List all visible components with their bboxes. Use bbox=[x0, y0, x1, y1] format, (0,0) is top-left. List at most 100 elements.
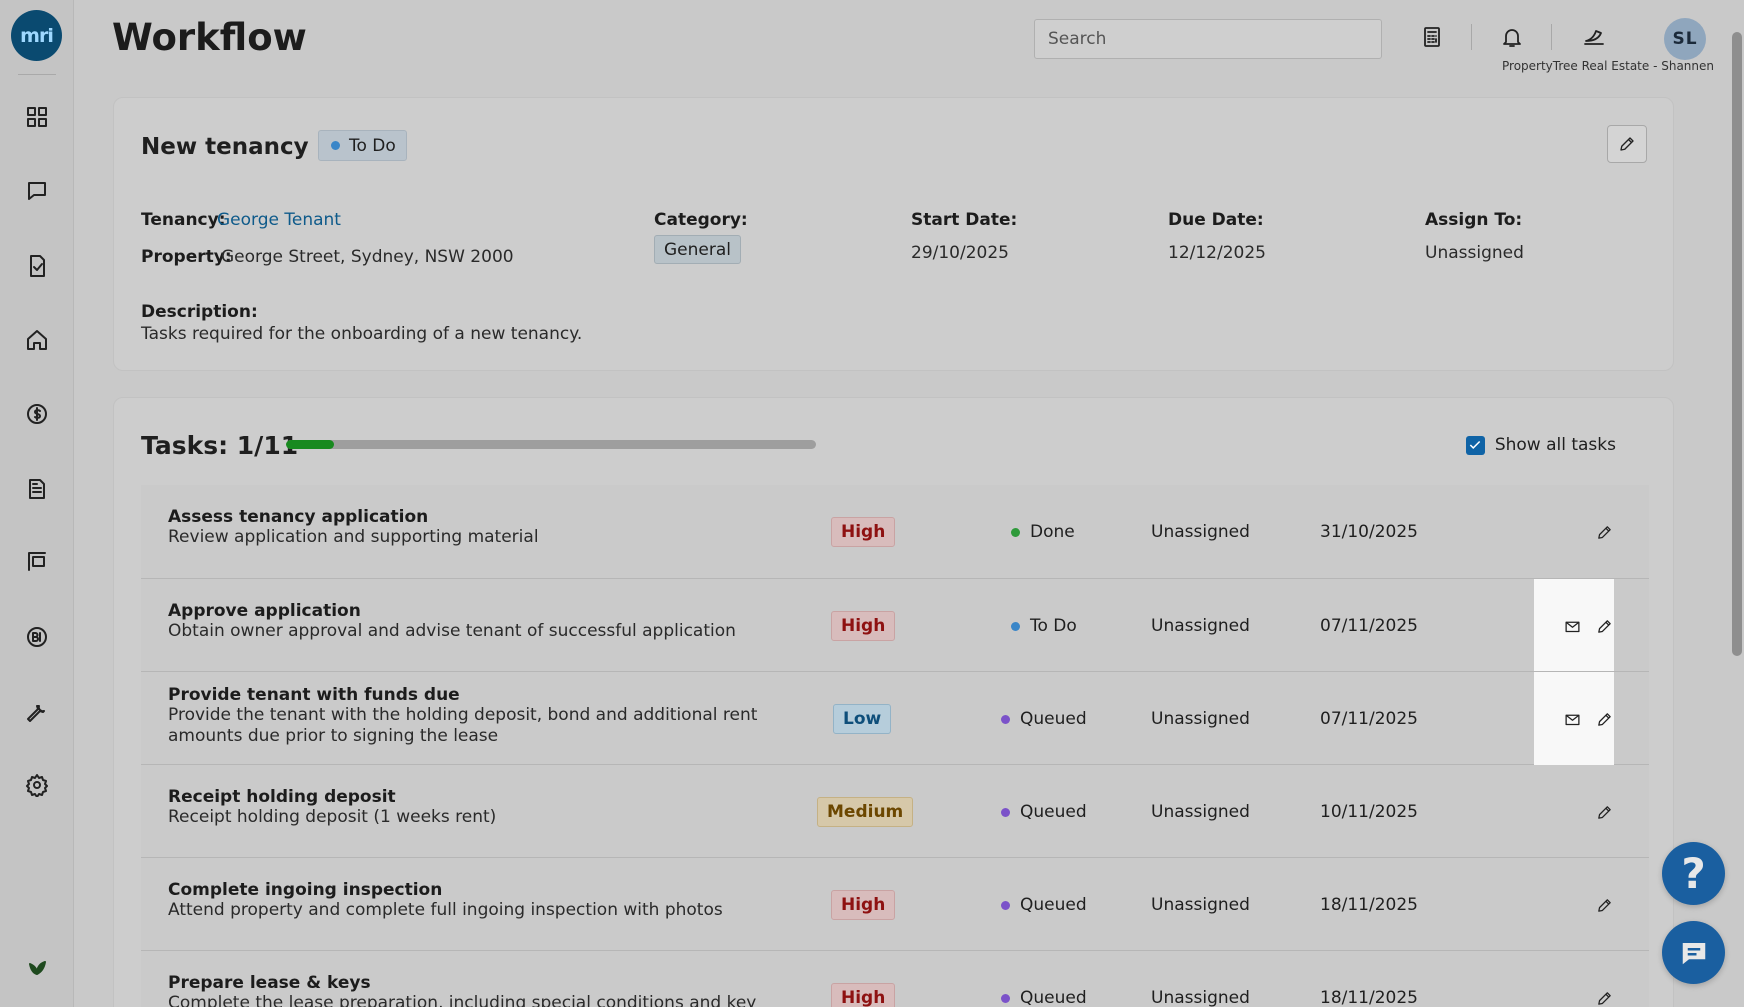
start-date-value: 29/10/2025 bbox=[911, 243, 1009, 263]
tasks-title: Tasks: 1/11 bbox=[141, 431, 299, 460]
task-title[interactable]: Assess tenancy application bbox=[168, 507, 428, 527]
assign-to-value: Unassigned bbox=[1425, 243, 1524, 263]
sidebar-item-listings[interactable] bbox=[24, 548, 50, 574]
property-switcher-button[interactable] bbox=[1579, 22, 1609, 52]
task-due-date: 07/11/2025 bbox=[1320, 616, 1418, 636]
envelope-icon bbox=[1564, 621, 1580, 632]
priority-badge: Medium bbox=[817, 797, 914, 827]
chat-bubble-icon bbox=[1682, 942, 1705, 964]
table-row[interactable]: Complete ingoing inspection Attend prope… bbox=[141, 857, 1649, 950]
page-title: Workflow bbox=[112, 16, 307, 59]
sign-icon bbox=[28, 552, 46, 571]
email-task-button[interactable] bbox=[1561, 708, 1583, 730]
task-description: Obtain owner approval and advise tenant … bbox=[168, 621, 736, 641]
table-row[interactable]: Assess tenancy application Review applic… bbox=[141, 485, 1649, 578]
task-status-label: Queued bbox=[1020, 988, 1087, 1007]
sidebar-item-messages[interactable] bbox=[24, 178, 50, 204]
gear-icon bbox=[26, 774, 48, 797]
task-status-label: Done bbox=[1030, 522, 1075, 542]
edit-workflow-button[interactable] bbox=[1607, 125, 1647, 163]
status-dot bbox=[331, 141, 340, 150]
sidebar-item-settings[interactable] bbox=[24, 772, 50, 798]
edit-task-button[interactable] bbox=[1593, 615, 1615, 637]
task-due-date: 18/11/2025 bbox=[1320, 895, 1418, 915]
task-due-date: 18/11/2025 bbox=[1320, 988, 1418, 1007]
task-status-label: Queued bbox=[1020, 802, 1087, 822]
edit-task-button[interactable] bbox=[1593, 894, 1615, 916]
category-label: Category: bbox=[654, 210, 748, 230]
calculator-button[interactable] bbox=[1417, 22, 1447, 52]
assign-to-label: Assign To: bbox=[1425, 210, 1523, 230]
status-dot bbox=[1011, 527, 1020, 537]
calculator-icon bbox=[1424, 27, 1440, 47]
property-value: George Street, Sydney, NSW 2000 bbox=[221, 247, 514, 267]
pencil-icon bbox=[1597, 805, 1611, 819]
table-row[interactable]: Approve application Obtain owner approva… bbox=[141, 578, 1649, 765]
task-status: To Do bbox=[1011, 616, 1077, 636]
task-assignee: Unassigned bbox=[1151, 709, 1250, 729]
priority-badge: High bbox=[831, 611, 896, 641]
mri-logo[interactable]: mri bbox=[11, 10, 62, 61]
task-assignee: Unassigned bbox=[1151, 616, 1250, 636]
sidebar-item-bi[interactable] bbox=[24, 624, 50, 650]
checkmark-icon bbox=[1470, 440, 1481, 449]
task-due-date: 07/11/2025 bbox=[1320, 709, 1418, 729]
show-all-checkbox[interactable] bbox=[1465, 435, 1485, 455]
bi-icon bbox=[27, 627, 47, 647]
sidebar-divider bbox=[18, 74, 56, 75]
sidebar: mri bbox=[0, 0, 74, 1007]
edit-task-button[interactable] bbox=[1593, 987, 1615, 1007]
checklist-icon bbox=[30, 255, 45, 277]
leaf-icon bbox=[29, 961, 46, 975]
search-input[interactable] bbox=[1034, 19, 1382, 59]
header-divider bbox=[1551, 24, 1552, 50]
task-assignee: Unassigned bbox=[1151, 522, 1250, 542]
table-row[interactable]: Prepare lease & keys Complete the lease … bbox=[141, 950, 1649, 1007]
start-date-label: Start Date: bbox=[911, 210, 1018, 230]
sidebar-item-finance[interactable] bbox=[24, 401, 50, 427]
sidebar-item-tasks[interactable] bbox=[24, 253, 50, 279]
task-title[interactable]: Approve application bbox=[168, 601, 361, 621]
edit-task-button[interactable] bbox=[1593, 801, 1615, 823]
task-description: Complete the lease preparation, includin… bbox=[168, 993, 757, 1007]
task-title[interactable]: Prepare lease & keys bbox=[168, 973, 371, 993]
task-due-date: 10/11/2025 bbox=[1320, 802, 1418, 822]
edit-task-button[interactable] bbox=[1593, 708, 1615, 730]
avatar[interactable]: SL bbox=[1664, 18, 1706, 60]
task-status-label: Queued bbox=[1020, 895, 1087, 915]
task-title[interactable]: Receipt holding deposit bbox=[168, 787, 396, 807]
tasks-card: Tasks: 1/11 Show all tasks Assess tenanc… bbox=[113, 397, 1674, 1007]
sidebar-item-sustainability[interactable] bbox=[24, 952, 50, 978]
task-due-date: 31/10/2025 bbox=[1320, 522, 1418, 542]
show-all-label: Show all tasks bbox=[1494, 435, 1616, 455]
workflow-name: New tenancy bbox=[141, 134, 309, 160]
description-value: Tasks required for the onboarding of a n… bbox=[141, 324, 583, 344]
workflow-details-card: New tenancy To Do Tenancy: George Tenant… bbox=[113, 97, 1674, 371]
sidebar-item-documents[interactable] bbox=[24, 476, 50, 502]
chat-button[interactable] bbox=[1662, 921, 1725, 984]
notifications-button[interactable] bbox=[1497, 22, 1527, 52]
priority-badge: High bbox=[831, 983, 896, 1007]
email-task-button[interactable] bbox=[1561, 615, 1583, 637]
show-all-tasks-toggle[interactable]: Show all tasks bbox=[1465, 435, 1616, 455]
sidebar-item-dashboard[interactable] bbox=[24, 104, 50, 130]
page-scrollbar[interactable] bbox=[1732, 32, 1742, 656]
pencil-icon bbox=[1597, 712, 1611, 726]
task-title[interactable]: Complete ingoing inspection bbox=[168, 880, 442, 900]
task-assignee: Unassigned bbox=[1151, 988, 1250, 1007]
sidebar-item-properties[interactable] bbox=[24, 327, 50, 353]
edit-task-button[interactable] bbox=[1593, 521, 1615, 543]
table-row[interactable]: Provide tenant with funds due Provide th… bbox=[141, 671, 1649, 764]
status-dot bbox=[1001, 807, 1010, 817]
table-row[interactable]: Receipt holding deposit Receipt holding … bbox=[141, 764, 1649, 857]
due-date-label: Due Date: bbox=[1168, 210, 1264, 230]
tenancy-link[interactable]: George Tenant bbox=[217, 210, 341, 230]
priority-badge: High bbox=[831, 890, 896, 920]
envelope-icon bbox=[1564, 714, 1580, 725]
pencil-icon bbox=[1597, 898, 1611, 912]
help-button[interactable]: ? bbox=[1662, 842, 1725, 905]
task-status: Done bbox=[1011, 522, 1075, 542]
task-title[interactable]: Provide tenant with funds due bbox=[168, 685, 460, 705]
status-dot bbox=[1011, 621, 1020, 631]
sidebar-item-maintenance[interactable] bbox=[24, 698, 50, 724]
